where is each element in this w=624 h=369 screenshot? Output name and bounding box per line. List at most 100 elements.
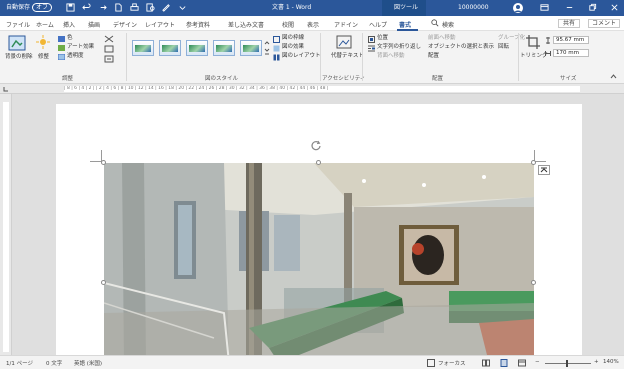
picture-layout-button[interactable]: 図のレイアウト — [282, 53, 321, 60]
reset-picture-icon[interactable] — [104, 55, 114, 63]
tab-view[interactable]: 表示 — [307, 20, 319, 29]
new-document-icon[interactable] — [114, 3, 123, 12]
picture-style-2[interactable] — [159, 40, 181, 56]
tab-mailings[interactable]: 差し込み文書 — [228, 20, 264, 29]
resize-handle-top-left[interactable] — [101, 160, 106, 165]
word-count[interactable]: 0 文字 — [46, 359, 62, 367]
resize-handle-left[interactable] — [101, 280, 106, 285]
corrections-button[interactable]: 修整 — [38, 54, 49, 61]
send-backward-button[interactable]: 背面へ移動 — [377, 53, 405, 60]
tab-design[interactable]: デザイン — [113, 20, 137, 29]
tab-addins[interactable]: アドイン — [334, 20, 358, 29]
inserted-photo[interactable] — [104, 163, 534, 363]
layout-options-button[interactable] — [538, 165, 550, 175]
picture-style-4[interactable] — [213, 40, 235, 56]
picture-layout-icon[interactable] — [273, 54, 280, 61]
transparency-button[interactable]: 透明度 — [67, 53, 84, 60]
tab-insert[interactable]: 挿入 — [63, 20, 75, 29]
align-button[interactable]: 配置 — [428, 53, 439, 60]
tab-review[interactable]: 校閲 — [282, 20, 294, 29]
rotate-handle-icon[interactable] — [310, 140, 322, 152]
resize-handle-top[interactable] — [316, 160, 321, 165]
rotate-button[interactable]: 回転 — [498, 44, 509, 51]
tab-layout[interactable]: レイアウト — [145, 20, 175, 29]
focus-mode-button[interactable]: フォーカス — [438, 359, 466, 367]
picture-style-5[interactable] — [240, 40, 262, 56]
picture-effects-icon[interactable] — [273, 45, 280, 52]
change-picture-icon[interactable] — [104, 45, 114, 53]
wrap-text-button[interactable]: 文字列の折り返し — [377, 44, 421, 51]
zoom-level[interactable]: 140% — [603, 359, 619, 365]
tab-help[interactable]: ヘルプ — [369, 20, 387, 29]
artistic-effects-icon[interactable] — [58, 45, 65, 51]
avatar[interactable] — [513, 3, 523, 13]
alt-text-button[interactable]: 代替テキスト — [331, 53, 364, 60]
remove-background-icon[interactable] — [8, 35, 26, 51]
close-icon[interactable] — [610, 3, 619, 12]
tab-home[interactable]: ホーム — [36, 20, 54, 29]
height-input[interactable]: 95.67 mm — [553, 36, 589, 44]
save-icon[interactable] — [66, 3, 75, 12]
styles-gallery-more-icon[interactable] — [264, 40, 270, 57]
zoom-slider[interactable] — [545, 363, 591, 364]
resize-handle-top-right[interactable] — [531, 160, 536, 165]
customize-quick-access-icon[interactable] — [178, 3, 187, 12]
comments-button[interactable]: コメント — [588, 19, 621, 28]
horizontal-ruler[interactable]: | 8 | 6 | 4 | 2 | | 2 | 4 | 6 | 8 | 10 |… — [0, 84, 624, 94]
focus-mode-icon[interactable] — [427, 359, 435, 367]
vertical-ruler-scale — [3, 102, 9, 352]
resize-handle-right[interactable] — [531, 280, 536, 285]
redo-icon[interactable] — [98, 3, 107, 12]
zoom-out-button[interactable]: − — [535, 359, 540, 365]
wrap-text-icon[interactable] — [368, 45, 375, 52]
picture-effects-button[interactable]: 図の効果 — [282, 44, 304, 51]
minimize-icon[interactable] — [565, 3, 574, 12]
picture-style-1[interactable] — [132, 40, 154, 56]
alt-text-icon[interactable] — [336, 35, 352, 49]
crop-icon[interactable] — [526, 35, 540, 49]
position-button[interactable]: 位置 — [377, 35, 388, 42]
web-layout-icon[interactable] — [518, 359, 526, 367]
tab-format[interactable]: 書式 — [399, 20, 411, 29]
print-layout-icon[interactable] — [500, 359, 508, 367]
search-icon[interactable] — [431, 19, 439, 27]
print-preview-icon[interactable] — [146, 3, 155, 12]
title-bar: 自動保存 オフ 文書 1 - Word 図ツール 10000000 — [0, 0, 624, 16]
tell-me-search[interactable]: 検索 — [442, 20, 454, 29]
tab-references[interactable]: 参考資料 — [186, 20, 210, 29]
corrections-icon[interactable] — [36, 35, 50, 49]
ribbon-display-options-icon[interactable] — [540, 3, 549, 12]
language-indicator[interactable]: 英語 (米国) — [74, 359, 102, 367]
position-icon[interactable] — [368, 36, 375, 43]
vertical-ruler[interactable] — [0, 94, 12, 355]
page-count[interactable]: 1/1 ページ — [6, 359, 33, 367]
undo-icon[interactable] — [82, 3, 91, 12]
draw-table-icon[interactable] — [162, 3, 171, 12]
selection-pane-button[interactable]: オブジェクトの選択と表示 — [428, 44, 494, 51]
picture-border-button[interactable]: 図の枠線 — [282, 35, 304, 42]
zoom-in-button[interactable]: + — [594, 359, 599, 365]
print-icon[interactable] — [130, 3, 139, 12]
crop-button[interactable]: トリミング — [520, 53, 548, 60]
tab-selector-icon[interactable] — [3, 86, 9, 92]
group-objects-button[interactable]: グループ化 — [498, 35, 525, 42]
autosave-toggle[interactable]: オフ — [32, 3, 53, 12]
picture-border-icon[interactable] — [273, 36, 280, 43]
picture-style-3[interactable] — [186, 40, 208, 56]
collapse-ribbon-icon[interactable] — [610, 73, 617, 79]
restore-icon[interactable] — [588, 3, 597, 12]
transparency-icon[interactable] — [58, 54, 65, 60]
artistic-effects-button[interactable]: アート効果 — [67, 44, 94, 51]
zoom-slider-thumb[interactable] — [566, 360, 568, 367]
width-input[interactable]: 170 mm — [553, 49, 589, 57]
color-icon[interactable] — [58, 36, 65, 42]
remove-background-button[interactable]: 背景の削除 — [5, 54, 33, 61]
compress-pictures-icon[interactable] — [104, 35, 114, 43]
document-canvas[interactable] — [12, 94, 624, 364]
share-button[interactable]: 共有 — [558, 19, 581, 28]
read-mode-icon[interactable] — [482, 359, 490, 367]
bring-forward-button[interactable]: 前面へ移動 — [428, 35, 456, 42]
color-button[interactable]: 色 — [67, 35, 73, 42]
tab-file[interactable]: ファイル — [6, 20, 30, 29]
tab-draw[interactable]: 描画 — [88, 20, 100, 29]
